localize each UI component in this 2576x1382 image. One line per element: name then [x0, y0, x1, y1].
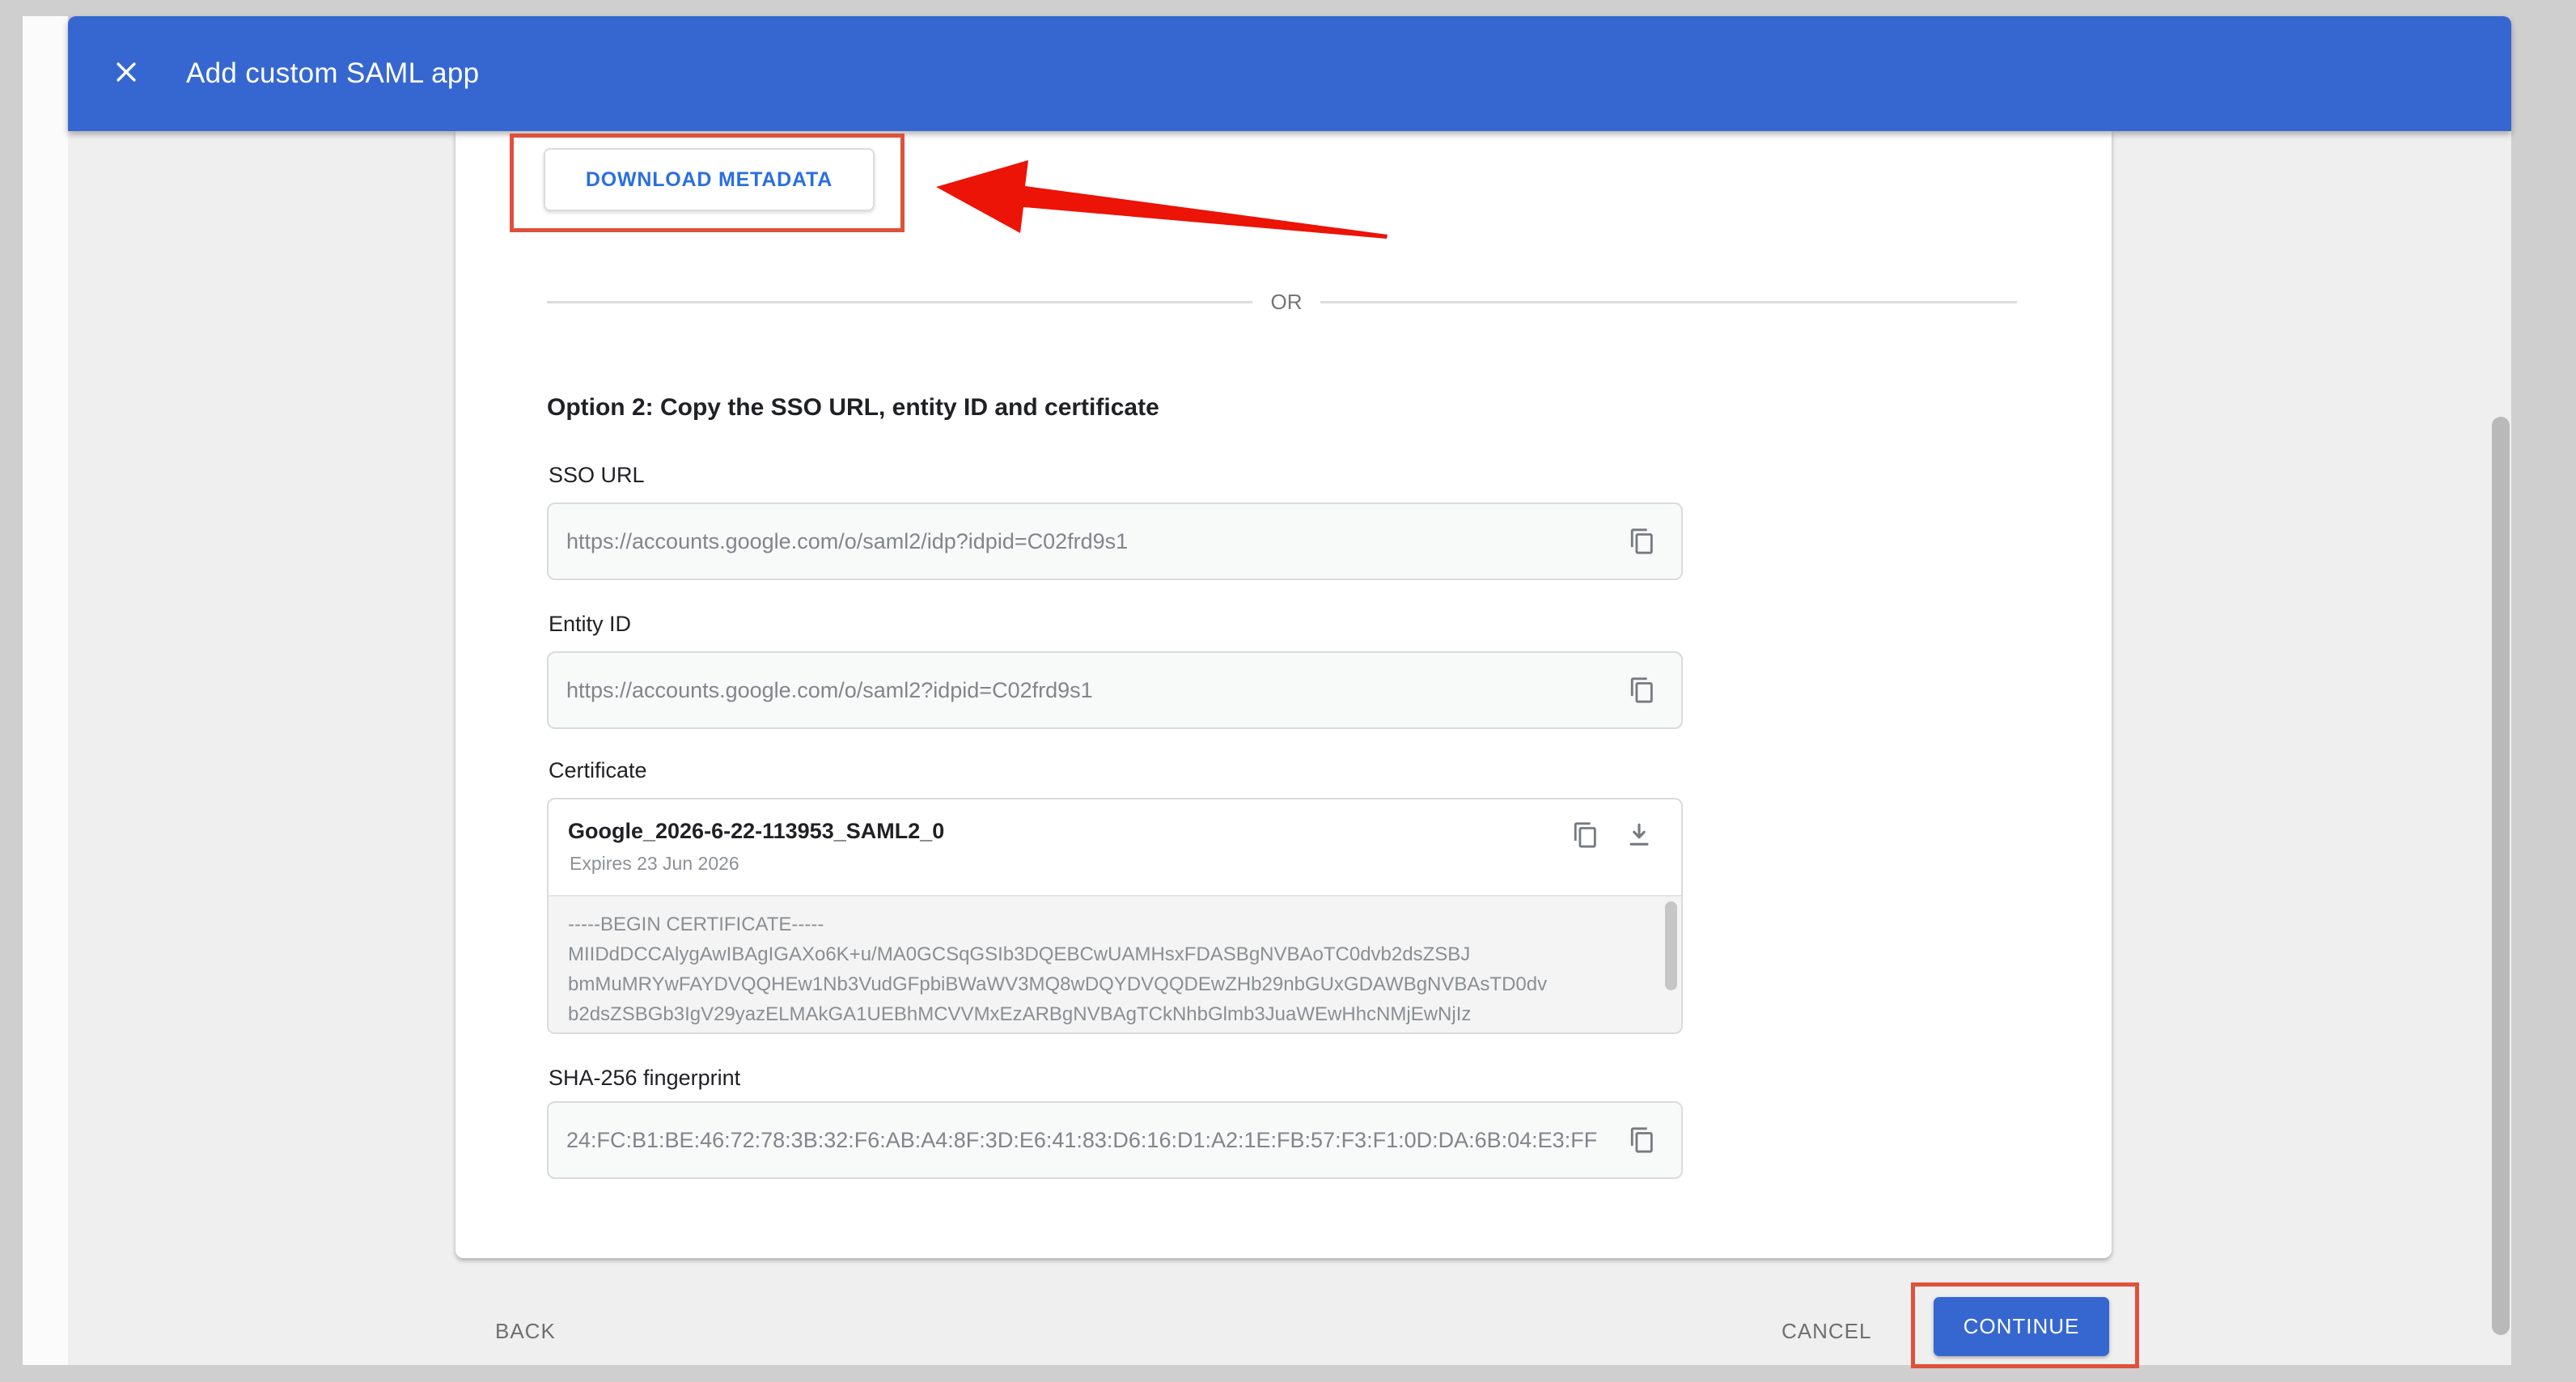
- divider-label: OR: [1252, 290, 1320, 315]
- option2-heading: Option 2: Copy the SSO URL, entity ID an…: [547, 394, 1159, 422]
- cancel-button[interactable]: CANCEL: [1782, 1319, 1871, 1344]
- back-button[interactable]: BACK: [495, 1319, 556, 1344]
- certificate-copy-button[interactable]: [1568, 817, 1604, 853]
- divider-line-right: [1320, 301, 2017, 303]
- certificate-line: bmMuMRYwFAYDVQQHEw1Nb3VudGFpbiBWaWV3MQ8w…: [568, 969, 1633, 999]
- close-button[interactable]: [102, 49, 150, 98]
- sso-url-field: https://accounts.google.com/o/saml2/idp?…: [547, 502, 1683, 580]
- screen: Add custom SAML app DOWNLOAD METADATA OR…: [0, 0, 2576, 1382]
- continue-button[interactable]: CONTINUE: [1934, 1297, 2109, 1356]
- certificate-expiry: Expires 23 Jun 2026: [570, 853, 739, 875]
- close-icon: [112, 58, 140, 90]
- entity-id-value: https://accounts.google.com/o/saml2?idpi…: [566, 678, 1625, 703]
- certificate-text-area[interactable]: -----BEGIN CERTIFICATE----- MIIDdDCCAlyg…: [549, 895, 1681, 1034]
- copy-icon: [1572, 821, 1599, 849]
- sso-url-value: https://accounts.google.com/o/saml2/idp?…: [566, 529, 1625, 554]
- certificate-scrollbar[interactable]: [1665, 901, 1677, 990]
- certificate-download-button[interactable]: [1621, 817, 1657, 853]
- certificate-card: Google_2026-6-22-113953_SAML2_0 Expires …: [547, 798, 1683, 1034]
- fingerprint-value: 24:FC:B1:BE:46:72:78:3B:32:F6:AB:A4:8F:3…: [566, 1128, 1625, 1153]
- fingerprint-label: SHA-256 fingerprint: [549, 1066, 740, 1091]
- fingerprint-copy-button[interactable]: [1625, 1122, 1660, 1158]
- page-scrollbar[interactable]: [2492, 417, 2510, 1335]
- download-icon: [1625, 821, 1653, 849]
- dialog-title: Add custom SAML app: [186, 57, 479, 90]
- download-metadata-button[interactable]: DOWNLOAD METADATA: [544, 148, 875, 211]
- entity-id-field: https://accounts.google.com/o/saml2?idpi…: [547, 651, 1683, 729]
- sso-url-label: SSO URL: [549, 463, 645, 488]
- background-page-edge: [23, 16, 68, 1365]
- sso-copy-button[interactable]: [1625, 524, 1660, 559]
- fingerprint-field: 24:FC:B1:BE:46:72:78:3B:32:F6:AB:A4:8F:3…: [547, 1101, 1683, 1179]
- certificate-name: Google_2026-6-22-113953_SAML2_0: [568, 819, 944, 844]
- certificate-line: b2dsZSBGb3IgV29yazELMAkGA1UEBhMCVVMxEzAR…: [568, 999, 1633, 1029]
- copy-icon: [1629, 528, 1656, 555]
- divider-line-left: [547, 301, 1252, 303]
- certificate-line: MIIDdDCCAlygAwIBAgIGAXo6K+u/MA0GCSqGSIb3…: [568, 939, 1633, 969]
- certificate-label: Certificate: [549, 758, 647, 783]
- certificate-header: Google_2026-6-22-113953_SAML2_0 Expires …: [549, 799, 1681, 895]
- copy-icon: [1629, 1126, 1656, 1154]
- entity-id-label: Entity ID: [549, 612, 631, 637]
- entity-copy-button[interactable]: [1625, 672, 1660, 708]
- certificate-line: -----BEGIN CERTIFICATE-----: [568, 909, 1633, 939]
- copy-icon: [1629, 676, 1656, 704]
- dialog-appbar: Add custom SAML app: [68, 16, 2511, 131]
